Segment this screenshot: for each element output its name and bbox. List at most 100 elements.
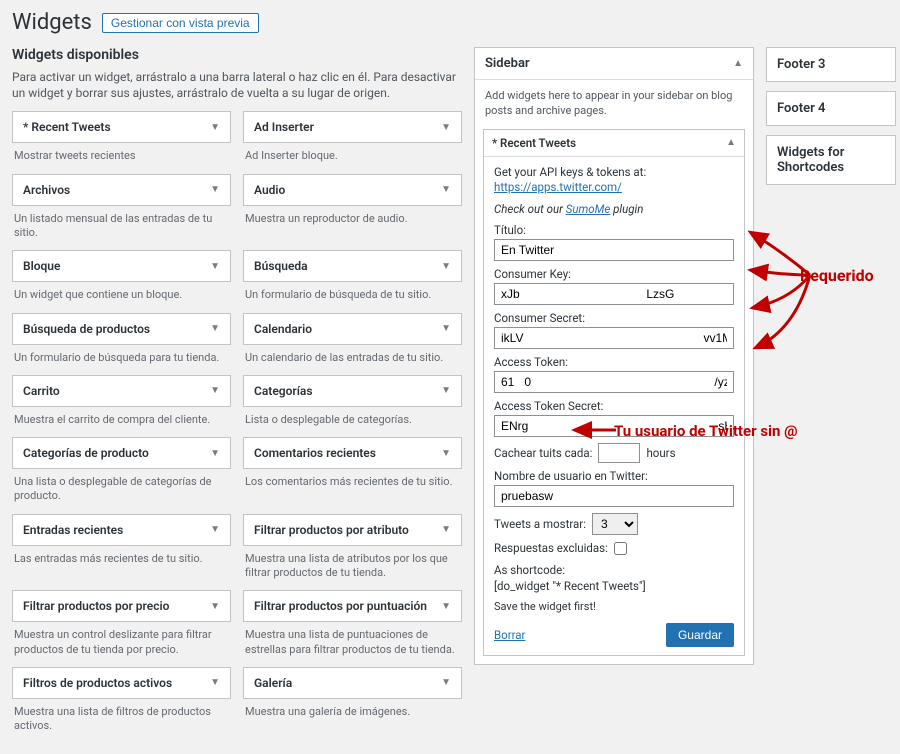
available-widget-item[interactable]: Categorías de producto ▼ xyxy=(12,437,231,469)
twitter-apps-link[interactable]: https://apps.twitter.com/ xyxy=(494,180,622,194)
consumer-key-input[interactable] xyxy=(494,283,734,305)
chevron-down-icon: ▼ xyxy=(210,448,220,459)
cache-hours-input[interactable] xyxy=(598,443,640,463)
sidebar-panel-desc: Add widgets here to appear in your sideb… xyxy=(475,80,753,129)
recent-tweets-widget-head[interactable]: * Recent Tweets ▲ xyxy=(484,130,744,157)
available-widget-desc: Mostrar tweets recientes xyxy=(12,143,231,173)
chevron-down-icon: ▼ xyxy=(210,323,220,334)
chevron-down-icon: ▼ xyxy=(210,184,220,195)
cache-unit: hours xyxy=(646,446,675,460)
available-widget-item[interactable]: Búsqueda de productos ▼ xyxy=(12,313,231,345)
available-widget-item[interactable]: Búsqueda ▼ xyxy=(243,250,462,282)
available-widget-item[interactable]: Filtrar productos por puntuación ▼ xyxy=(243,590,462,622)
shortcode-label: As shortcode: xyxy=(494,563,565,577)
chevron-down-icon: ▼ xyxy=(441,524,451,535)
widgets-shortcodes-panel[interactable]: Widgets for Shortcodes xyxy=(766,135,896,185)
footer3-panel[interactable]: Footer 3 xyxy=(766,47,896,82)
available-widget-name: Filtrar productos por puntuación xyxy=(254,599,427,613)
available-widget-name: Categorías de producto xyxy=(23,446,149,460)
available-widget-item[interactable]: Archivos ▼ xyxy=(12,174,231,206)
available-widget-desc: Muestra el carrito de compra del cliente… xyxy=(12,407,231,437)
available-widget-item[interactable]: Entradas recientes▼ xyxy=(12,514,231,546)
titulo-label: Título: xyxy=(494,223,734,237)
available-widget-desc: Un widget que contiene un bloque. xyxy=(12,282,231,312)
available-widget-desc: Una lista o desplegable de categorías de… xyxy=(12,469,231,514)
available-widget-item[interactable]: Carrito▼ xyxy=(12,375,231,407)
chevron-down-icon: ▼ xyxy=(441,323,451,334)
cache-label: Cachear tuits cada: xyxy=(494,446,592,460)
available-widget-desc: Un calendario de las entradas de tu siti… xyxy=(243,345,462,375)
available-widget-name: Bloque xyxy=(23,259,60,273)
chevron-down-icon: ▼ xyxy=(210,524,220,535)
consumer-secret-input[interactable] xyxy=(494,327,734,349)
chevron-down-icon: ▼ xyxy=(441,261,451,272)
footer4-panel[interactable]: Footer 4 xyxy=(766,91,896,126)
available-widget-item[interactable]: Audio ▼ xyxy=(243,174,462,206)
sidebar-panel-title: Sidebar xyxy=(485,56,530,71)
available-widget-desc: Un listado mensual de las entradas de tu… xyxy=(12,206,231,251)
available-widget-item[interactable]: Filtrar productos por precio ▼ xyxy=(12,590,231,622)
save-widget-button[interactable]: Guardar xyxy=(666,623,734,647)
sidebar-panel: Sidebar ▲ Add widgets here to appear in … xyxy=(474,47,754,665)
available-widget-item[interactable]: Calendario ▼ xyxy=(243,313,462,345)
chevron-down-icon: ▼ xyxy=(210,601,220,612)
available-widgets-heading: Widgets disponibles xyxy=(12,47,462,63)
available-widget-desc: Muestra una lista de atributos por los q… xyxy=(243,546,462,591)
available-widget-name: Búsqueda xyxy=(254,259,308,273)
available-widget-name: Calendario xyxy=(254,322,312,336)
available-widget-desc: Muestra una lista de filtros de producto… xyxy=(12,699,231,744)
tweets-count-select[interactable]: 3 xyxy=(592,513,638,535)
available-widget-item[interactable]: Ad Inserter ▼ xyxy=(243,111,462,143)
other-areas-column: Footer 3 Footer 4 Widgets for Shortcodes xyxy=(766,47,896,194)
available-widget-name: Galería xyxy=(254,676,292,690)
chevron-down-icon: ▼ xyxy=(210,385,220,396)
available-widget-name: Búsqueda de productos xyxy=(23,322,150,336)
access-token-secret-input[interactable] xyxy=(494,415,734,437)
access-token-input[interactable] xyxy=(494,371,734,393)
available-widget-name: Audio xyxy=(254,183,285,197)
available-widget-desc: Lista o desplegable de categorías. xyxy=(243,407,462,437)
available-widget-item[interactable]: Comentarios recientes ▼ xyxy=(243,437,462,469)
available-widget-item[interactable]: * Recent Tweets ▼ xyxy=(12,111,231,143)
available-widget-name: Ad Inserter xyxy=(254,120,314,134)
sidebar-panel-head[interactable]: Sidebar ▲ xyxy=(475,48,753,80)
available-widget-desc: Las entradas más recientes de tu sitio. xyxy=(12,546,231,576)
available-widget-item[interactable]: Categorías ▼ xyxy=(243,375,462,407)
available-widgets-column: Widgets disponibles Para activar un widg… xyxy=(12,47,462,744)
chevron-down-icon: ▼ xyxy=(441,184,451,195)
available-widget-name: Comentarios recientes xyxy=(254,446,376,460)
available-widget-name: * Recent Tweets xyxy=(23,120,111,134)
recent-tweets-widget: * Recent Tweets ▲ Get your API keys & to… xyxy=(483,129,745,656)
exclude-replies-checkbox[interactable] xyxy=(614,542,627,555)
chevron-down-icon: ▼ xyxy=(441,385,451,396)
twitter-username-input[interactable] xyxy=(494,485,734,507)
chevron-down-icon: ▼ xyxy=(441,122,451,133)
chevron-down-icon: ▼ xyxy=(210,261,220,272)
api-keys-line: Get your API keys & tokens at: xyxy=(494,165,646,179)
access-token-label: Access Token: xyxy=(494,355,734,369)
titulo-input[interactable] xyxy=(494,239,734,261)
manage-preview-button[interactable]: Gestionar con vista previa xyxy=(102,13,259,33)
caret-up-icon: ▲ xyxy=(733,58,743,69)
available-widget-item[interactable]: Bloque ▼ xyxy=(12,250,231,282)
tweets-count-label: Tweets a mostrar: xyxy=(494,517,586,531)
available-widget-desc: Ad Inserter bloque. xyxy=(243,143,462,173)
recent-tweets-widget-title: * Recent Tweets xyxy=(492,136,576,150)
available-widget-item[interactable]: Galería ▼ xyxy=(243,667,462,699)
available-widget-name: Categorías xyxy=(254,384,313,398)
chevron-down-icon: ▼ xyxy=(441,448,451,459)
available-widget-desc: Muestra una galería de imágenes. xyxy=(243,699,462,729)
available-widget-desc: Los comentarios más recientes de tu siti… xyxy=(243,469,462,499)
available-widget-desc: Muestra un control deslizante para filtr… xyxy=(12,622,231,667)
page-header: Widgets Gestionar con vista previa xyxy=(12,10,888,35)
chevron-down-icon: ▼ xyxy=(210,122,220,133)
available-widget-name: Archivos xyxy=(23,183,70,197)
sumome-link[interactable]: SumoMe xyxy=(566,202,611,216)
available-widget-item[interactable]: Filtrar productos por atributo▼ xyxy=(243,514,462,546)
delete-widget-link[interactable]: Borrar xyxy=(494,628,525,642)
available-widget-name: Filtrar productos por precio xyxy=(23,599,169,613)
available-widget-item[interactable]: Filtros de productos activos▼ xyxy=(12,667,231,699)
chevron-down-icon: ▼ xyxy=(441,677,451,688)
chevron-down-icon: ▼ xyxy=(441,601,451,612)
save-first-note: Save the widget first! xyxy=(494,600,734,615)
